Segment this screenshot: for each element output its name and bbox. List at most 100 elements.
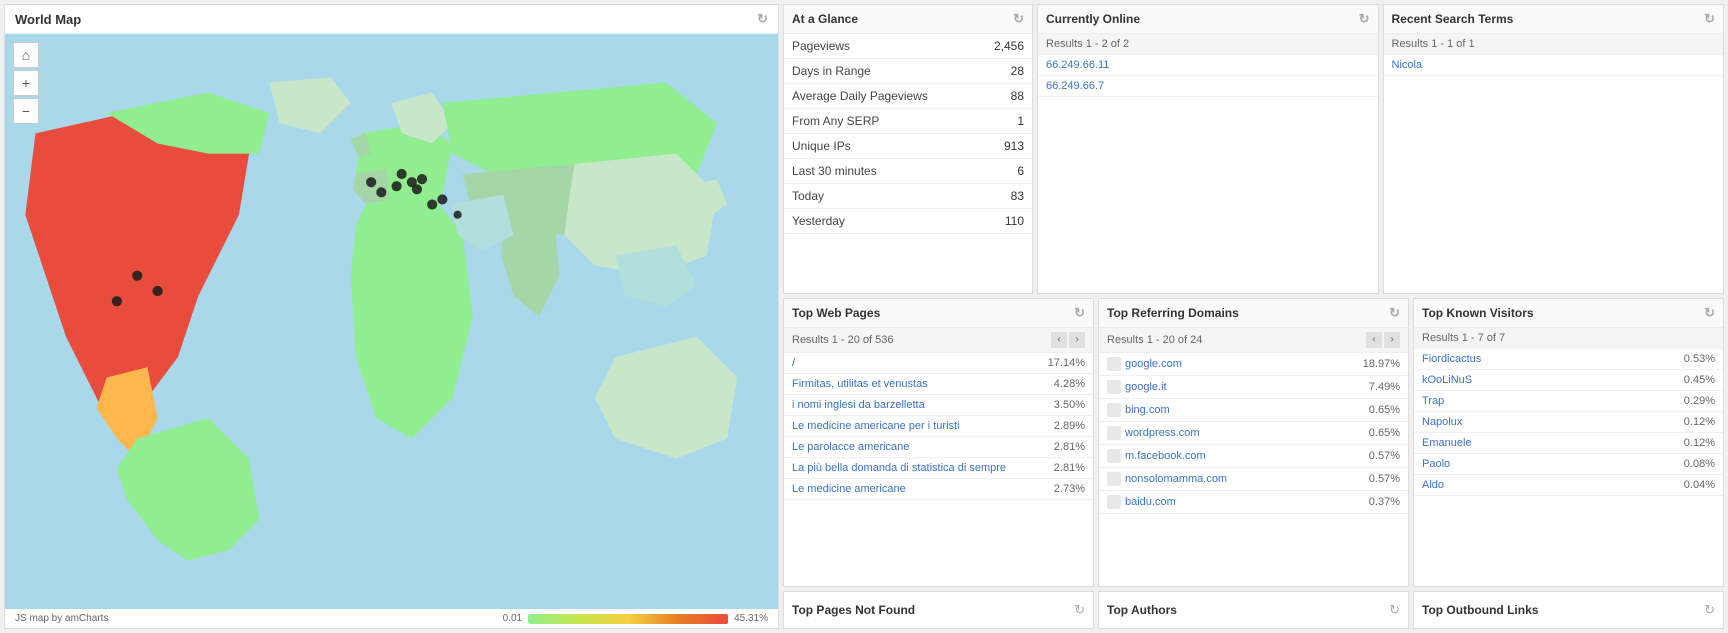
visitor-link-6[interactable]: Paolo: [1422, 458, 1450, 470]
map-home-button[interactable]: ⌂: [13, 42, 39, 68]
top-known-body: Fiordicactus 0.53% kOoLiNuS 0.45% Trap 0…: [1414, 349, 1723, 587]
top-outbound-widget: Top Outbound Links ↻: [1413, 591, 1724, 629]
referring-link-2[interactable]: google.it: [1125, 380, 1167, 392]
ip-link-2[interactable]: 66.249.66.7: [1046, 80, 1104, 92]
top-web-pages-results: Results 1 - 20 of 536: [792, 334, 894, 346]
web-page-link-2[interactable]: Firmitas, utilitas et venustas: [792, 378, 928, 390]
stat-yesterday: Yesterday 110: [784, 209, 1032, 234]
legend-max: 45.31%: [734, 613, 768, 624]
top-referring-title: Top Referring Domains: [1107, 306, 1239, 320]
web-page-pct-3: 3.50%: [1054, 399, 1085, 411]
visitor-link-5[interactable]: Emanuele: [1422, 437, 1472, 449]
top-outbound-title: Top Outbound Links: [1422, 603, 1538, 617]
ip-link-1[interactable]: 66.249.66.11: [1046, 59, 1109, 71]
referring-link-6[interactable]: nonsolomamma.com: [1125, 472, 1227, 484]
visitor-row-2: kOoLiNuS 0.45%: [1414, 370, 1723, 391]
recent-search-results: Results 1 - 1 of 1: [1392, 38, 1475, 50]
visitor-link-3[interactable]: Trap: [1422, 395, 1444, 407]
top-known-title: Top Known Visitors: [1422, 306, 1534, 320]
referring-row-5: m.facebook.com 0.57%: [1099, 445, 1408, 468]
web-page-link-3[interactable]: i nomi inglesi da barzelletta: [792, 399, 925, 411]
visitor-row-5: Emanuele 0.12%: [1414, 433, 1723, 454]
visitor-pct-4: 0.12%: [1684, 416, 1715, 428]
top-web-pages-nav: ‹ ›: [1051, 332, 1085, 348]
visitor-link-4[interactable]: Napolux: [1422, 416, 1462, 428]
web-page-row-2: Firmitas, utilitas et venustas 4.28%: [784, 374, 1093, 395]
web-page-link-7[interactable]: Le medicine americane: [792, 483, 906, 495]
web-page-link-1[interactable]: /: [792, 357, 795, 369]
web-page-pct-6: 2.81%: [1054, 462, 1085, 474]
web-page-row-1: / 17.14%: [784, 353, 1093, 374]
web-page-link-4[interactable]: Le medicine americane per i turisti: [792, 420, 960, 432]
currently-online-refresh-icon[interactable]: ↻: [1359, 11, 1370, 27]
domain-icon-4: [1107, 426, 1121, 440]
referring-link-5[interactable]: m.facebook.com: [1125, 449, 1206, 461]
domain-icon-6: [1107, 472, 1121, 486]
search-term-link-1[interactable]: Nicola: [1392, 59, 1423, 71]
map-controls: ⌂ + −: [13, 42, 39, 124]
top-referring-refresh-icon[interactable]: ↻: [1389, 305, 1400, 321]
web-page-pct-1: 17.14%: [1048, 357, 1085, 369]
web-page-link-5[interactable]: Le parolacce americane: [792, 441, 909, 453]
top-referring-results: Results 1 - 20 of 24: [1107, 334, 1202, 346]
map-zoom-out-button[interactable]: −: [13, 98, 39, 124]
visitor-row-7: Aldo 0.04%: [1414, 475, 1723, 496]
domain-icon-2: [1107, 380, 1121, 394]
referring-link-4[interactable]: wordpress.com: [1125, 426, 1200, 438]
visitor-pct-3: 0.29%: [1684, 395, 1715, 407]
referring-row-1: google.com 18.97%: [1099, 353, 1408, 376]
stat-avg-daily: Average Daily Pageviews 88: [784, 84, 1032, 109]
top-known-visitors-widget: Top Known Visitors ↻ Results 1 - 7 of 7 …: [1413, 298, 1724, 588]
map-footer: JS map by amCharts 0.01 45.31%: [5, 609, 778, 628]
map-credit: JS map by amCharts: [15, 613, 108, 624]
visitor-row-1: Fiordicactus 0.53%: [1414, 349, 1723, 370]
visitor-link-1[interactable]: Fiordicactus: [1422, 353, 1481, 365]
currently-online-body: 66.249.66.11 66.249.66.7: [1038, 55, 1378, 293]
recent-search-header: Recent Search Terms ↻: [1384, 5, 1724, 34]
at-a-glance-refresh-icon[interactable]: ↻: [1013, 11, 1024, 27]
referring-pct-1: 18.97%: [1363, 358, 1400, 370]
web-page-row-7: Le medicine americane 2.73%: [784, 479, 1093, 500]
map-zoom-in-button[interactable]: +: [13, 70, 39, 96]
visitor-pct-2: 0.45%: [1684, 374, 1715, 386]
top-web-pages-body: / 17.14% Firmitas, utilitas et venustas …: [784, 353, 1093, 587]
referring-link-1[interactable]: google.com: [1125, 357, 1182, 369]
top-pages-not-found-widget: Top Pages Not Found ↻: [783, 591, 1094, 629]
at-a-glance-widget: At a Glance ↻ Pageviews 2,456 Days in Ra…: [783, 4, 1033, 294]
top-known-subheader: Results 1 - 7 of 7: [1414, 328, 1723, 349]
top-web-pages-next[interactable]: ›: [1069, 332, 1085, 348]
referring-link-7[interactable]: baidu.com: [1125, 495, 1176, 507]
top-known-refresh-icon[interactable]: ↻: [1704, 305, 1715, 321]
visitor-row-6: Paolo 0.08%: [1414, 454, 1723, 475]
web-page-row-4: Le medicine americane per i turisti 2.89…: [784, 416, 1093, 437]
top-known-header: Top Known Visitors ↻: [1414, 299, 1723, 328]
visitor-link-2[interactable]: kOoLiNuS: [1422, 374, 1472, 386]
top-known-results: Results 1 - 7 of 7: [1422, 332, 1505, 344]
stat-pageviews: Pageviews 2,456: [784, 34, 1032, 59]
web-page-pct-7: 2.73%: [1054, 483, 1085, 495]
top-web-pages-refresh-icon[interactable]: ↻: [1074, 305, 1085, 321]
referring-pct-3: 0.65%: [1369, 404, 1400, 416]
referring-link-3[interactable]: bing.com: [1125, 403, 1170, 415]
top-referring-prev[interactable]: ‹: [1366, 332, 1382, 348]
stat-unique-ips: Unique IPs 913: [784, 134, 1032, 159]
top-pages-not-found-refresh-icon[interactable]: ↻: [1074, 602, 1085, 618]
top-referring-nav: ‹ ›: [1366, 332, 1400, 348]
top-referring-next[interactable]: ›: [1384, 332, 1400, 348]
visitor-link-7[interactable]: Aldo: [1422, 479, 1444, 491]
recent-search-refresh-icon[interactable]: ↻: [1704, 11, 1715, 27]
top-referring-subheader: Results 1 - 20 of 24 ‹ ›: [1099, 328, 1408, 353]
top-authors-title: Top Authors: [1107, 603, 1177, 617]
top-authors-widget: Top Authors ↻: [1098, 591, 1409, 629]
map-title-bar: World Map: [5, 5, 778, 34]
top-outbound-refresh-icon[interactable]: ↻: [1704, 602, 1715, 618]
bottom-widgets-row: Top Pages Not Found ↻ Top Authors ↻ Top …: [783, 591, 1724, 629]
top-web-pages-prev[interactable]: ‹: [1051, 332, 1067, 348]
top-referring-widget: Top Referring Domains ↻ Results 1 - 20 o…: [1098, 298, 1409, 588]
map-refresh-icon[interactable]: [757, 11, 768, 27]
world-map-svg: [5, 34, 778, 609]
map-legend: 0.01 45.31%: [503, 613, 768, 624]
top-authors-refresh-icon[interactable]: ↻: [1389, 602, 1400, 618]
web-page-link-6[interactable]: La più bella domanda di statistica di se…: [792, 462, 1006, 474]
referring-row-3: bing.com 0.65%: [1099, 399, 1408, 422]
